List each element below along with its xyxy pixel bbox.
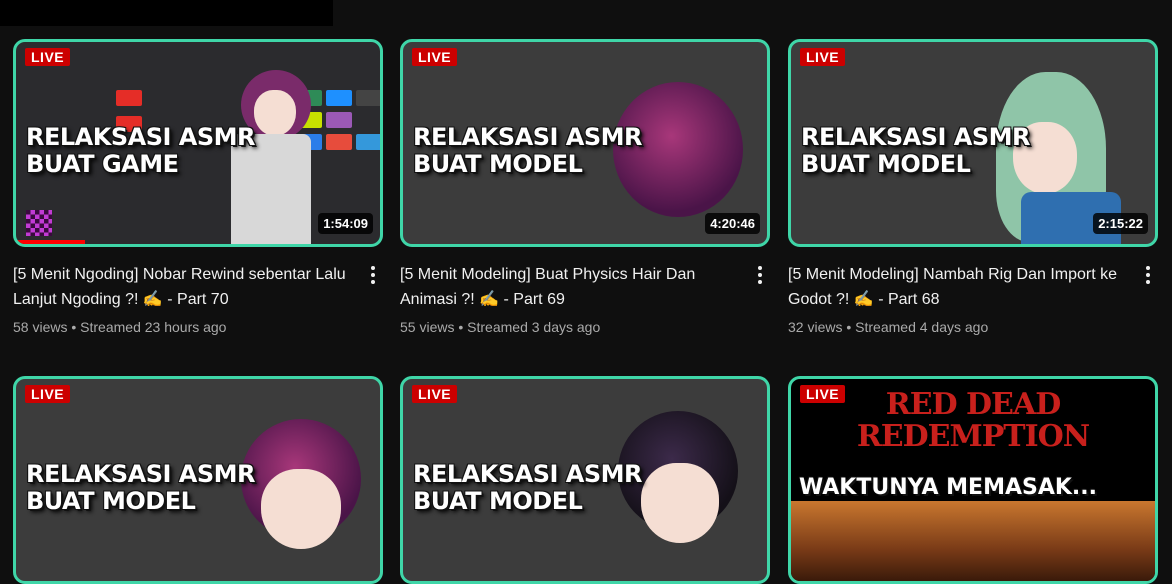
thumbnail-text: RELAKSASI ASMR BUAT GAME bbox=[26, 123, 256, 178]
character-face bbox=[641, 463, 719, 543]
game-title-text: RED DEAD REDEMPTION bbox=[856, 387, 1090, 454]
live-badge: LIVE bbox=[800, 48, 846, 66]
desert-background bbox=[791, 501, 1155, 581]
meta-separator: • bbox=[846, 319, 852, 335]
thumbnail-text: RELAKSASI ASMR BUAT MODEL bbox=[26, 460, 256, 515]
video-thumbnail[interactable]: RELAKSASI ASMR BUAT MODEL LIVE 4:20:46 bbox=[400, 39, 770, 247]
video-thumbnail[interactable]: RELAKSASI ASMR BUAT GAME LIVE 1:54:09 bbox=[13, 39, 383, 247]
stream-time: Streamed 3 days ago bbox=[467, 319, 601, 335]
live-badge: LIVE bbox=[412, 385, 458, 403]
video-card[interactable]: RELAKSASI ASMR BUAT MODEL LIVE bbox=[400, 376, 770, 584]
view-count: 32 views bbox=[788, 319, 843, 335]
more-vert-icon[interactable] bbox=[365, 264, 381, 286]
video-meta: [5 Menit Modeling] Nambah Rig Dan Import… bbox=[788, 262, 1158, 335]
more-vert-icon[interactable] bbox=[752, 264, 768, 286]
video-stats: 55 views • Streamed 3 days ago bbox=[400, 319, 770, 335]
top-bar bbox=[0, 0, 333, 26]
meta-separator: • bbox=[458, 319, 464, 335]
thumbnail-text: RELAKSASI ASMR BUAT MODEL bbox=[801, 123, 1031, 178]
thumbnail-text: WAKTUNYA MEMASAK... bbox=[799, 475, 1097, 500]
video-meta: [5 Menit Modeling] Buat Physics Hair Dan… bbox=[400, 262, 770, 335]
live-badge: LIVE bbox=[800, 385, 846, 403]
video-stats: 58 views • Streamed 23 hours ago bbox=[13, 319, 383, 335]
thumbnail-text: RELAKSASI ASMR BUAT MODEL bbox=[413, 460, 643, 515]
duration-badge: 1:54:09 bbox=[318, 213, 373, 234]
video-title[interactable]: [5 Menit Ngoding] Nobar Rewind sebentar … bbox=[13, 262, 349, 312]
watch-progress-bar bbox=[16, 240, 86, 244]
stream-time: Streamed 4 days ago bbox=[855, 319, 989, 335]
video-card[interactable]: RELAKSASI ASMR BUAT MODEL LIVE 4:20:46 [… bbox=[400, 39, 770, 335]
video-thumbnail[interactable]: RELAKSASI ASMR BUAT MODEL LIVE bbox=[13, 376, 383, 584]
view-count: 55 views bbox=[400, 319, 455, 335]
stream-time: Streamed 23 hours ago bbox=[80, 319, 227, 335]
video-title[interactable]: [5 Menit Modeling] Nambah Rig Dan Import… bbox=[788, 262, 1124, 312]
video-thumbnail[interactable]: RED DEAD REDEMPTION WAKTUNYA MEMASAK... … bbox=[788, 376, 1158, 584]
character-face bbox=[254, 90, 296, 136]
live-badge: LIVE bbox=[25, 48, 71, 66]
thumbnail-text: RELAKSASI ASMR BUAT MODEL bbox=[413, 123, 643, 178]
view-count: 58 views bbox=[13, 319, 68, 335]
video-card[interactable]: RELAKSASI ASMR BUAT GAME LIVE 1:54:09 [5… bbox=[13, 39, 383, 335]
video-card[interactable]: RELAKSASI ASMR BUAT MODEL LIVE 2:15:22 [… bbox=[788, 39, 1158, 335]
live-badge: LIVE bbox=[25, 385, 71, 403]
duration-badge: 4:20:46 bbox=[705, 213, 760, 234]
video-stats: 32 views • Streamed 4 days ago bbox=[788, 319, 1158, 335]
duration-badge: 2:15:22 bbox=[1093, 213, 1148, 234]
character-face bbox=[261, 469, 341, 549]
video-card[interactable]: RELAKSASI ASMR BUAT MODEL LIVE bbox=[13, 376, 383, 584]
more-vert-icon[interactable] bbox=[1140, 264, 1156, 286]
live-badge: LIVE bbox=[412, 48, 458, 66]
checker-logo bbox=[26, 210, 52, 236]
video-card[interactable]: RED DEAD REDEMPTION WAKTUNYA MEMASAK... … bbox=[788, 376, 1158, 584]
video-thumbnail[interactable]: RELAKSASI ASMR BUAT MODEL LIVE 2:15:22 bbox=[788, 39, 1158, 247]
video-thumbnail[interactable]: RELAKSASI ASMR BUAT MODEL LIVE bbox=[400, 376, 770, 584]
video-title[interactable]: [5 Menit Modeling] Buat Physics Hair Dan… bbox=[400, 262, 736, 312]
meta-separator: • bbox=[71, 319, 77, 335]
video-meta: [5 Menit Ngoding] Nobar Rewind sebentar … bbox=[13, 262, 383, 335]
